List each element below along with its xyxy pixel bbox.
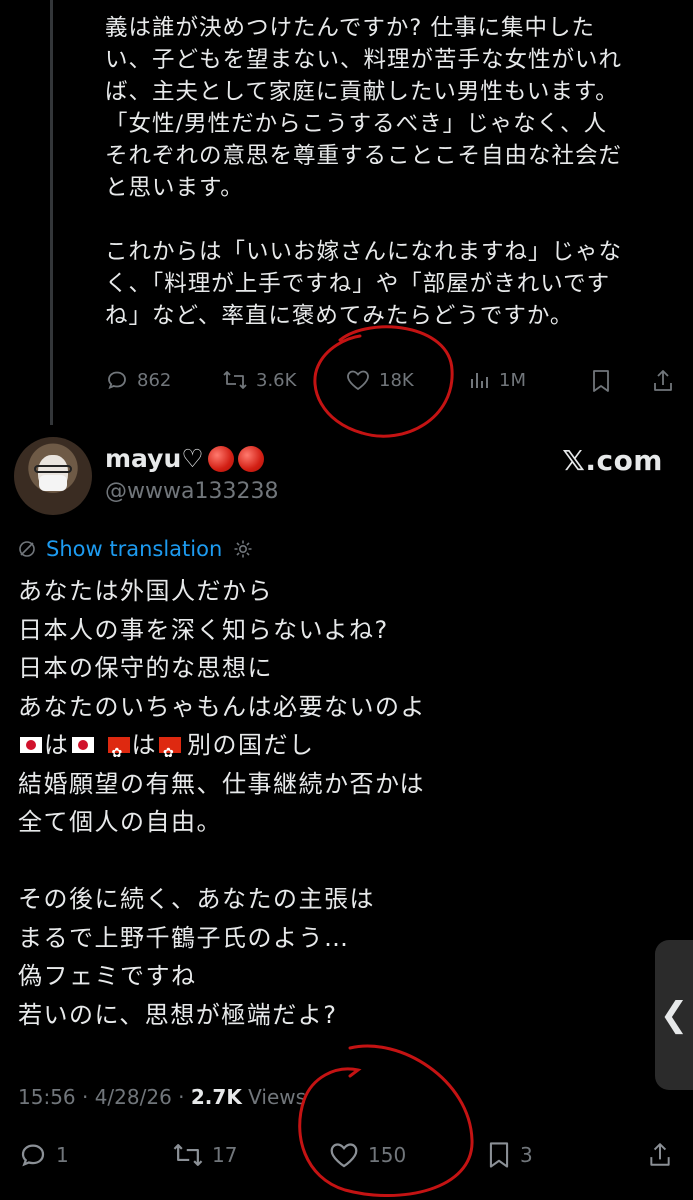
like-count: 150 (368, 1143, 407, 1167)
particle: は (44, 731, 70, 759)
post-line: 全て個人の自由。 (18, 808, 222, 836)
repost-icon (223, 371, 247, 389)
share-button[interactable] (647, 1140, 673, 1170)
post-timestamp-views: 15:56 · 4/28/26 · 2.7K Views (18, 1085, 306, 1109)
repost-icon (173, 1144, 203, 1166)
show-translation-row[interactable]: Show translation (18, 537, 254, 561)
post-text: あなたは外国人だから 日本人の事を深く知らないよね? 日本の保守的な思想に あな… (18, 572, 668, 1034)
views-label: Views (241, 1085, 307, 1109)
reply-icon (21, 1144, 45, 1167)
post-line: まるで上野千鶴子氏のよう… (18, 923, 350, 952)
particle: は (131, 731, 157, 759)
quoted-views-count: 1M (499, 369, 526, 391)
avatar[interactable] (14, 437, 92, 515)
flag-line-tail: 別の国だし (187, 731, 315, 759)
post-line: あなたは外国人だから (18, 577, 273, 605)
post-line: 日本人の事を深く知らないよね? (18, 615, 389, 644)
quoted-like-count: 18K (379, 369, 414, 391)
quoted-paragraph-2: これからは「いいお嫁さんになれますね」じゃな く、「料理が上手ですね」や「部屋が… (105, 239, 623, 329)
japan-flag-icon (71, 737, 94, 754)
quoted-bookmark-button[interactable] (590, 368, 612, 394)
side-panel-tab[interactable]: ❮ (655, 940, 693, 1090)
author-name-text: mayu♡ (105, 444, 204, 473)
reply-button[interactable]: 1 (18, 1140, 69, 1170)
post-line: あなたのいちゃもんは必要ないのよ (18, 692, 426, 721)
bookmark-icon (489, 1142, 509, 1168)
quoted-reply-button[interactable]: 862 (105, 368, 171, 392)
repost-button[interactable]: 17 (172, 1140, 237, 1170)
x-logo-watermark: 𝕏.com (562, 444, 663, 477)
post-line: 若いのに、思想が極端だよ? (18, 1000, 338, 1029)
share-icon (650, 1143, 670, 1166)
quoted-repost-button[interactable]: 3.6K (222, 368, 296, 392)
author-handle[interactable]: @wwwa133238 (105, 479, 278, 504)
quoted-reply-count: 862 (137, 369, 172, 391)
bookmark-icon (593, 370, 609, 392)
red-circle-emoji-icon (237, 445, 264, 472)
translate-icon (19, 541, 35, 557)
gear-icon[interactable] (232, 538, 254, 560)
red-circle-emoji-icon (207, 445, 234, 472)
japan-flag-icon (20, 737, 42, 754)
heart-icon (330, 1143, 358, 1168)
thread-connector-line (50, 0, 53, 425)
bookmark-button[interactable]: 3 (486, 1140, 533, 1170)
reply-icon (108, 371, 126, 390)
reply-count: 1 (56, 1143, 69, 1167)
like-button[interactable]: 150 (328, 1140, 406, 1170)
quoted-repost-count: 3.6K (256, 369, 297, 391)
quoted-share-button[interactable] (651, 368, 675, 394)
hong-kong-flag-icon (159, 735, 181, 774)
chevron-left-icon: ❮ (659, 995, 689, 1035)
hong-kong-flag-icon (107, 735, 130, 774)
post-flag-line: は は 別の国だし (18, 726, 668, 774)
repost-count: 17 (212, 1143, 238, 1167)
quoted-views-button[interactable]: 1M (467, 368, 526, 392)
share-icon (654, 370, 672, 391)
quoted-post-text: 義は誰が決めつけたんですか? 仕事に集中した い、子どもを望まない、料理が苦手な… (105, 12, 665, 332)
show-translation-link[interactable]: Show translation (46, 537, 222, 561)
quoted-paragraph-1: 義は誰が決めつけたんですか? 仕事に集中した い、子どもを望まない、料理が苦手な… (105, 15, 623, 201)
bar-chart-icon (471, 373, 488, 388)
red-circle-annotation (298, 1044, 474, 1197)
post-timestamp[interactable]: 15:56 · 4/28/26 · (18, 1085, 191, 1109)
post-line: 日本の保守的な思想に (18, 654, 273, 682)
bookmark-count: 3 (520, 1143, 533, 1167)
author-name[interactable]: mayu♡ (105, 444, 264, 473)
views-count: 2.7K (190, 1085, 242, 1109)
post-line: 偽フェミですね (18, 962, 197, 990)
quoted-like-button[interactable]: 18K (345, 368, 414, 392)
heart-icon (347, 370, 369, 391)
post-line: その後に続く、あなたの主張は (18, 885, 375, 913)
